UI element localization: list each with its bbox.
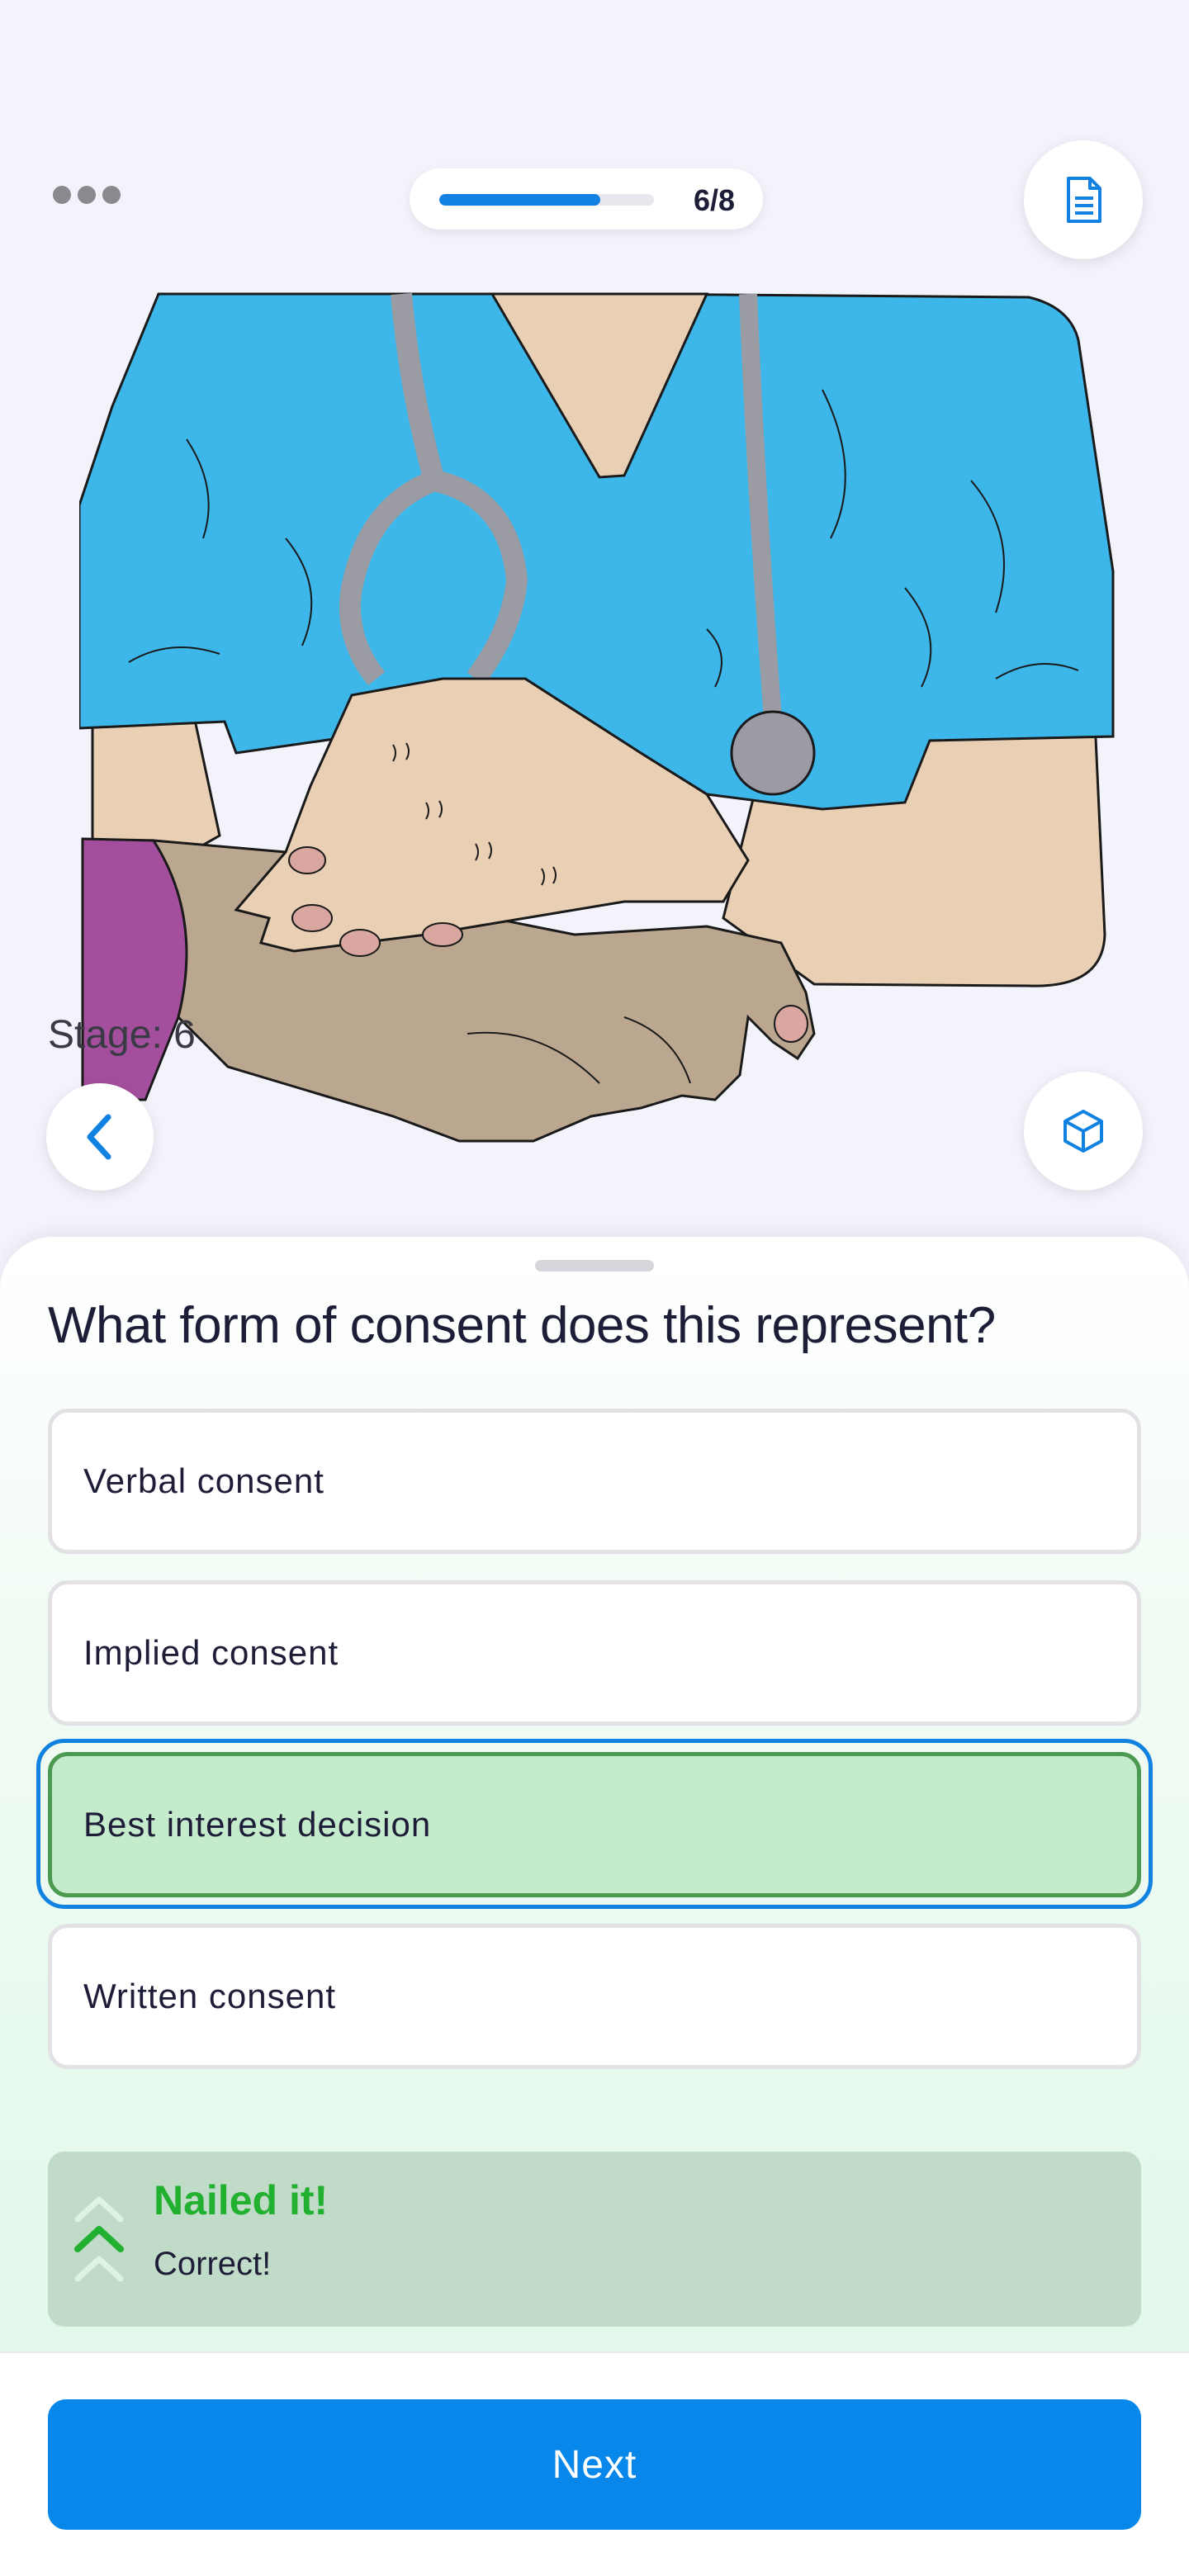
more-horizontal-icon	[102, 186, 121, 204]
feedback-message: Correct!	[154, 2246, 272, 2282]
bottom-bar: Next	[0, 2351, 1189, 2576]
back-button[interactable]	[46, 1083, 154, 1191]
question-text: What form of consent does this represent…	[48, 1297, 996, 1354]
chevron-left-icon	[87, 1114, 111, 1160]
progress-fill	[439, 194, 600, 206]
cube-icon	[1063, 1110, 1103, 1153]
answer-option-verbal-consent[interactable]: Verbal consent	[48, 1409, 1141, 1554]
feedback-banner: Nailed it! Correct!	[48, 2152, 1141, 2327]
progress-text: 6/8	[693, 183, 735, 217]
triple-chevron-up-icon	[74, 2196, 124, 2282]
consent-illustration	[79, 292, 1115, 1143]
feedback-title: Nailed it!	[154, 2177, 329, 2223]
next-button[interactable]: Next	[48, 2399, 1141, 2530]
progress-indicator: 6/8	[410, 168, 763, 230]
answer-option-written-consent[interactable]: Written consent	[48, 1924, 1141, 2069]
answer-option-best-interest-decision[interactable]: Best interest decision	[48, 1752, 1141, 1897]
more-horizontal-icon	[78, 186, 96, 204]
more-options-button[interactable]	[53, 180, 127, 210]
illustration-area: 6/8 Stage: 6	[0, 0, 1189, 1238]
document-icon	[1067, 177, 1101, 223]
3d-model-button[interactable]	[1024, 1072, 1143, 1191]
document-button[interactable]	[1024, 140, 1143, 259]
stage-label: Stage: 6	[48, 1013, 196, 1057]
progress-track	[439, 194, 654, 206]
answer-option-implied-consent[interactable]: Implied consent	[48, 1580, 1141, 1726]
more-horizontal-icon	[53, 186, 71, 204]
sheet-drag-handle[interactable]	[535, 1260, 654, 1271]
